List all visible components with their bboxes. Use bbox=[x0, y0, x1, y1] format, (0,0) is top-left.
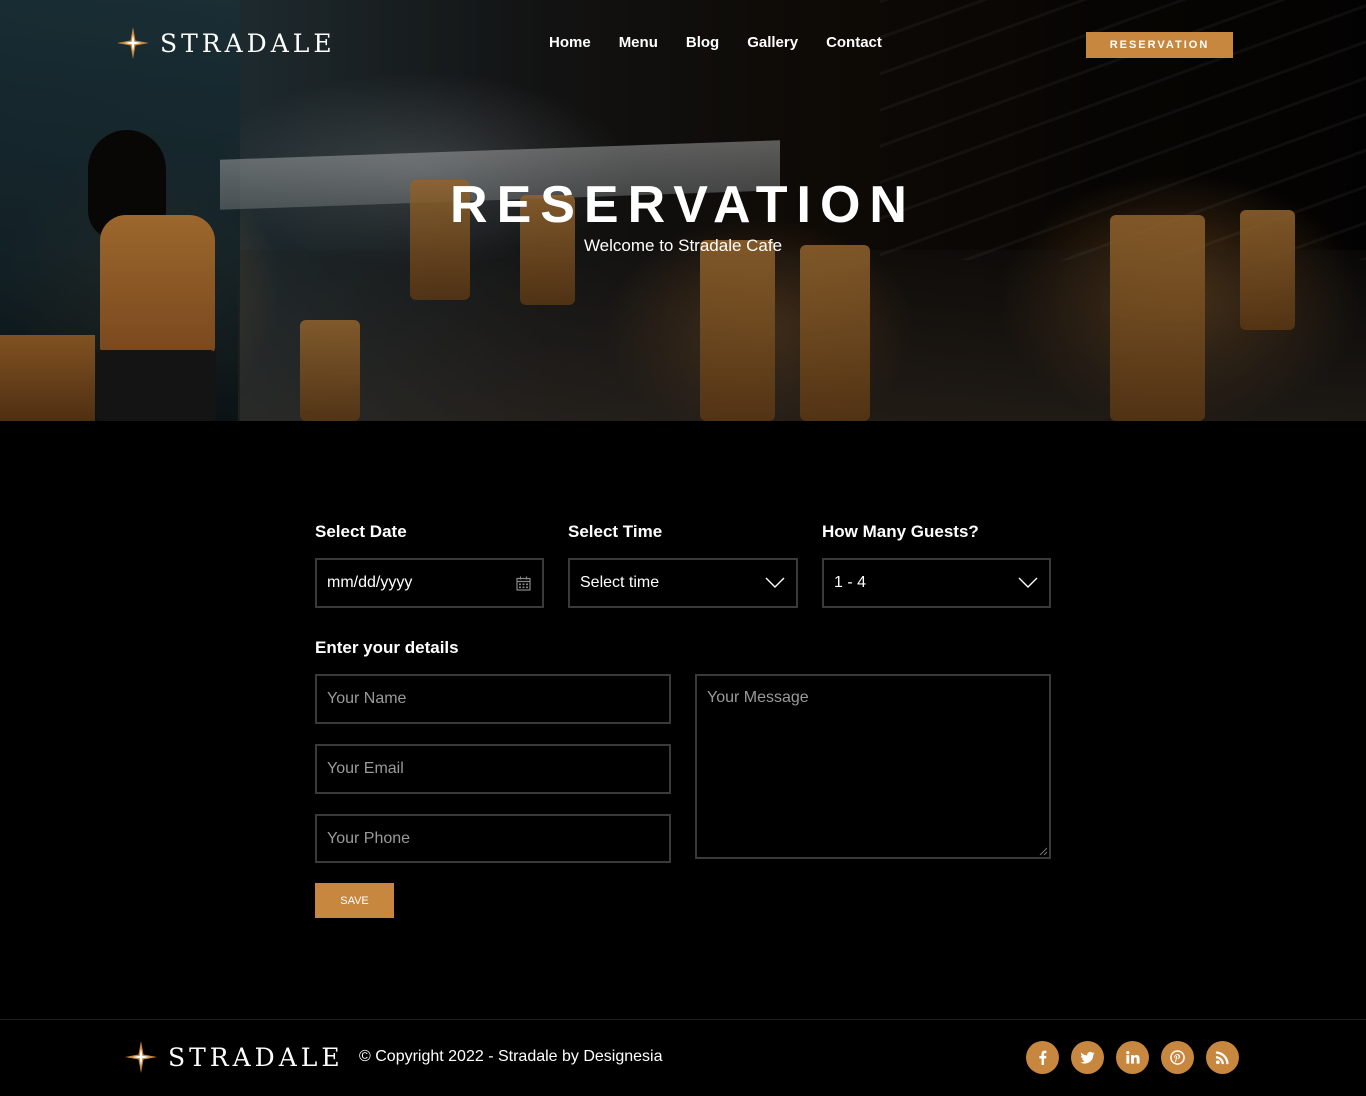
nav-item-home[interactable]: Home bbox=[535, 34, 605, 51]
phone-input[interactable]: Your Phone bbox=[315, 814, 671, 863]
calendar-icon[interactable] bbox=[514, 574, 532, 592]
date-input[interactable]: mm/dd/yyyy bbox=[315, 558, 544, 608]
email-input[interactable]: Your Email bbox=[315, 744, 671, 794]
name-placeholder: Your Name bbox=[327, 690, 407, 707]
star-icon bbox=[117, 27, 149, 59]
copyright-text: © Copyright 2022 - Stradale by Designesi… bbox=[359, 1048, 663, 1065]
chevron-down-icon bbox=[1017, 574, 1039, 592]
guests-label: How Many Guests? bbox=[822, 522, 979, 541]
facebook-icon[interactable] bbox=[1026, 1041, 1059, 1074]
details-label: Enter your details bbox=[315, 638, 459, 657]
main-nav: Home Menu Blog Gallery Contact bbox=[535, 34, 896, 51]
site-footer: STRADALE © Copyright 2022 - Stradale by … bbox=[0, 1019, 1366, 1096]
reservation-button[interactable]: RESERVATION bbox=[1086, 32, 1233, 58]
nav-item-menu[interactable]: Menu bbox=[605, 34, 672, 51]
rss-icon[interactable] bbox=[1206, 1041, 1239, 1074]
page-title: RESERVATION bbox=[450, 176, 916, 234]
site-header: STRADALE Home Menu Blog Gallery Contact … bbox=[0, 0, 1366, 90]
brand-name: STRADALE bbox=[160, 28, 336, 58]
nav-item-blog[interactable]: Blog bbox=[672, 34, 733, 51]
nav-item-gallery[interactable]: Gallery bbox=[733, 34, 812, 51]
save-button[interactable]: SAVE bbox=[315, 883, 394, 918]
star-icon bbox=[125, 1041, 157, 1073]
date-value: mm/dd/yyyy bbox=[327, 574, 413, 591]
date-label: Select Date bbox=[315, 522, 407, 541]
phone-placeholder: Your Phone bbox=[327, 829, 411, 847]
linkedin-icon[interactable] bbox=[1116, 1041, 1149, 1074]
time-value: Select time bbox=[580, 574, 660, 591]
guests-value: 1 - 4 bbox=[834, 574, 867, 591]
message-textarea[interactable]: Your Message bbox=[695, 674, 1051, 859]
resize-handle-icon[interactable] bbox=[1039, 847, 1047, 855]
header-logo[interactable]: STRADALE bbox=[116, 26, 336, 60]
guests-select[interactable]: 1 - 4 bbox=[822, 558, 1051, 608]
pinterest-icon[interactable] bbox=[1161, 1041, 1194, 1074]
chevron-down-icon bbox=[764, 574, 786, 592]
footer-logo[interactable]: STRADALE bbox=[124, 1040, 344, 1074]
page-subtitle: Welcome to Stradale Cafe bbox=[583, 236, 783, 255]
time-label: Select Time bbox=[568, 522, 663, 541]
message-placeholder: Your Message bbox=[707, 689, 809, 706]
twitter-icon[interactable] bbox=[1071, 1041, 1104, 1074]
name-input[interactable]: Your Name bbox=[315, 674, 671, 724]
nav-item-contact[interactable]: Contact bbox=[812, 34, 896, 51]
social-links bbox=[1026, 1041, 1239, 1074]
email-placeholder: Your Email bbox=[327, 760, 404, 777]
footer-brand-name: STRADALE bbox=[168, 1042, 344, 1072]
time-select[interactable]: Select time bbox=[568, 558, 798, 608]
